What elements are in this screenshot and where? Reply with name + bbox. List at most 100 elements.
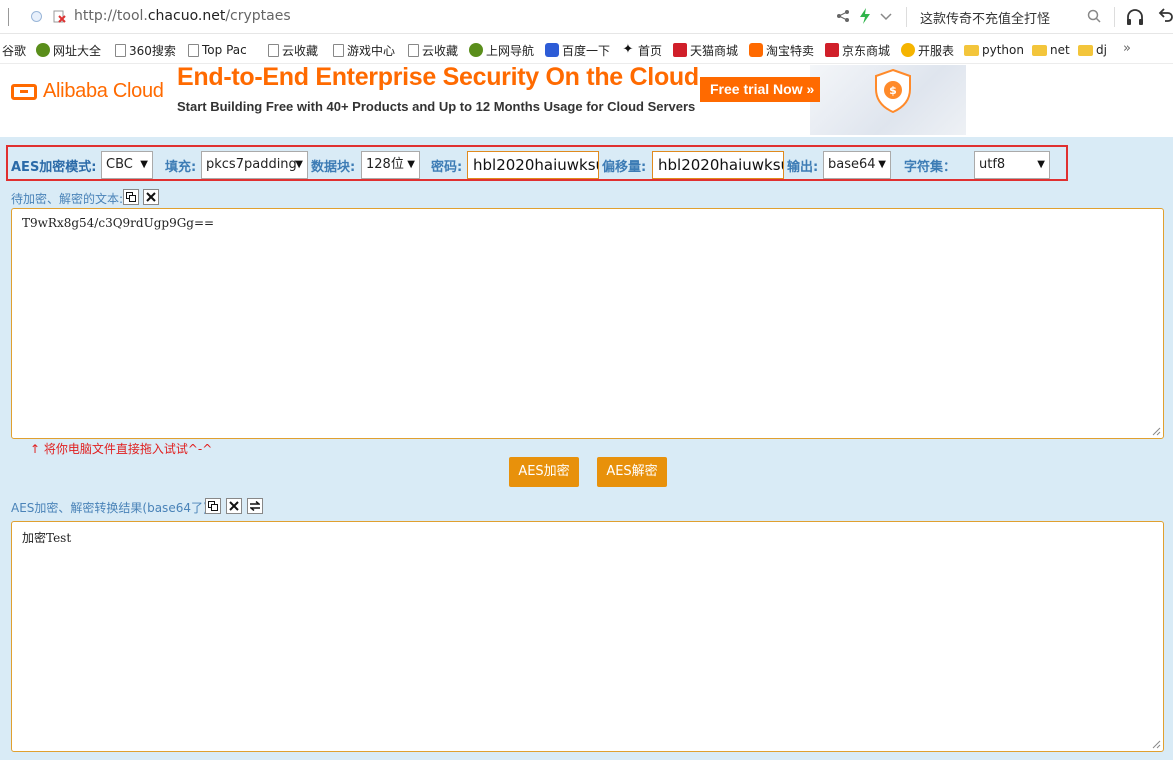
share-icon[interactable] — [836, 9, 850, 23]
charset-select[interactable]: utf8 ▼ — [974, 151, 1050, 179]
iv-input[interactable]: hbl2020haiuwksu — [652, 151, 784, 179]
bookmark-item[interactable]: 云收藏 — [268, 42, 318, 58]
close-icon — [146, 192, 156, 202]
block-size-label: 数据块: — [311, 160, 356, 175]
browser-address-bar: http://tool.chacuo.net/cryptaes 这款传奇不充值全… — [0, 0, 1173, 34]
folder-icon — [964, 44, 979, 56]
bookmark-folder[interactable]: net — [1032, 42, 1070, 58]
bookmark-item[interactable]: 京东商城 — [825, 42, 890, 58]
ad-subline: Start Building Free with 40+ Products an… — [177, 99, 696, 114]
iv-label: 偏移量: — [602, 160, 647, 175]
bookmark-item[interactable]: 谷歌 — [2, 42, 26, 58]
dropdown-arrow-icon: ▼ — [140, 159, 148, 170]
bookmark-item[interactable]: 百度一下 — [545, 42, 610, 58]
ad-headline: End-to-End Enterprise Security On the Cl… — [177, 63, 699, 91]
url-field[interactable]: http://tool.chacuo.net/cryptaes — [74, 8, 291, 24]
url-domain: chacuo.net — [147, 8, 226, 24]
speed-bolt-icon[interactable] — [859, 8, 871, 24]
baidu-paw-icon — [545, 43, 559, 57]
drag-file-hint: ↑ 将你电脑文件直接拖入试试^-^ — [30, 442, 213, 456]
dropdown-arrow-icon: ▼ — [878, 159, 886, 170]
insecure-page-icon[interactable] — [53, 10, 66, 23]
folder-icon — [1078, 44, 1093, 56]
dropdown-arrow-icon: ▼ — [407, 159, 415, 170]
aes-options-bar: AES加密模式: CBC ▼ 填充: pkcs7padding ▼ 数据块: 128… — [6, 145, 1068, 181]
mode-label: AES加密模式: — [11, 160, 97, 175]
resize-handle-icon[interactable] — [1152, 740, 1161, 749]
page-icon — [333, 43, 344, 57]
bookmark-item[interactable]: 开服表 — [901, 42, 954, 58]
undo-icon[interactable] — [1157, 7, 1173, 27]
bookmark-item[interactable]: Top Pac — [188, 42, 247, 58]
page-icon — [188, 43, 199, 57]
tmall-icon — [673, 43, 687, 57]
page-icon — [408, 43, 419, 57]
clear-output-button[interactable] — [226, 498, 242, 514]
bird-icon: ✦ — [622, 42, 634, 57]
page-icon — [268, 43, 279, 57]
bookmark-item[interactable]: 淘宝特卖 — [749, 42, 814, 58]
key-label: 密码: — [431, 160, 463, 175]
smile-icon — [901, 43, 915, 57]
free-trial-button[interactable]: Free trial Now » — [700, 77, 820, 102]
bookmarks-bar: 谷歌 网址大全 360搜索 Top Pac 云收藏 游戏中心 云收藏 上网导航 … — [0, 34, 1173, 64]
bookmark-item[interactable]: 360搜索 — [115, 42, 176, 58]
input-text-value: T9wRx8g54/c3Q9rdUgp9Gg== — [22, 216, 215, 230]
copy-input-button[interactable] — [123, 189, 139, 205]
dropdown-arrow-icon: ▼ — [1037, 159, 1045, 170]
padding-label: 填充: — [165, 160, 197, 175]
page-status-icon[interactable] — [31, 11, 42, 22]
search-promo-text[interactable]: 这款传奇不充值全打怪 — [920, 8, 1050, 27]
bookmark-item[interactable]: 上网导航 — [469, 42, 534, 58]
resize-handle-icon[interactable] — [1152, 427, 1161, 436]
ad-banner[interactable]: Alibaba Cloud End-to-End Enterprise Secu… — [0, 63, 1173, 137]
dropdown-arrow-icon: ▼ — [295, 159, 303, 170]
bookmark-item[interactable]: 云收藏 — [408, 42, 458, 58]
headset-icon[interactable] — [1125, 7, 1145, 27]
back-edge-icon[interactable] — [8, 8, 9, 26]
padding-select[interactable]: pkcs7padding ▼ — [201, 151, 308, 179]
shield-icon: $ — [875, 69, 911, 113]
bookmark-favicon-icon — [36, 43, 50, 57]
bookmark-item[interactable]: ✦ 首页 — [621, 42, 662, 58]
aes-decrypt-button[interactable]: AES解密 — [597, 457, 667, 487]
mode-select[interactable]: CBC ▼ — [101, 151, 153, 179]
copy-icon — [208, 501, 218, 511]
bookmark-favicon-icon — [469, 43, 483, 57]
jd-icon — [825, 43, 839, 57]
search-icon[interactable] — [1087, 9, 1101, 23]
taobao-icon — [749, 43, 763, 57]
bookmark-folder[interactable]: python — [964, 42, 1024, 58]
input-text-label: 待加密、解密的文本: — [11, 192, 124, 206]
toolbar-divider — [906, 7, 907, 27]
bookmark-item[interactable]: 游戏中心 — [333, 42, 395, 58]
alibaba-logo-icon — [11, 83, 37, 100]
key-input[interactable]: hbl2020haiuwksu — [467, 151, 599, 179]
output-text-value: 加密Test — [22, 531, 72, 545]
charset-label: 字符集： — [904, 160, 957, 175]
bookmark-item[interactable]: 天猫商城 — [673, 42, 738, 58]
folder-icon — [1032, 44, 1047, 56]
output-format-label: 输出: — [787, 160, 819, 175]
bookmark-folder[interactable]: dj — [1078, 42, 1107, 58]
copy-output-button[interactable] — [205, 498, 221, 514]
copy-icon — [126, 192, 136, 202]
aes-encrypt-button[interactable]: AES加密 — [509, 457, 579, 487]
swap-output-button[interactable] — [247, 498, 263, 514]
chevron-down-icon[interactable] — [880, 10, 892, 22]
page-icon — [115, 43, 126, 57]
swap-arrows-icon — [250, 501, 260, 511]
output-format-select[interactable]: base64 ▼ — [823, 151, 891, 179]
ad-artwork: $ — [810, 65, 966, 135]
output-textarea[interactable]: 加密Test — [11, 521, 1164, 752]
svg-text:$: $ — [889, 84, 897, 97]
close-icon — [229, 501, 239, 511]
block-size-select[interactable]: 128位 ▼ — [361, 151, 420, 179]
input-textarea[interactable]: T9wRx8g54/c3Q9rdUgp9Gg== — [11, 208, 1164, 439]
alibaba-cloud-logo: Alibaba Cloud — [11, 80, 164, 103]
aes-tool-panel: AES加密模式: CBC ▼ 填充: pkcs7padding ▼ 数据块: 128… — [0, 137, 1173, 760]
bookmark-item[interactable]: 网址大全 — [36, 42, 101, 58]
output-text-label: AES加密、解密转换结果(base64了): — [11, 501, 212, 515]
clear-input-button[interactable] — [143, 189, 159, 205]
bookmarks-more-button[interactable]: » — [1123, 41, 1131, 56]
